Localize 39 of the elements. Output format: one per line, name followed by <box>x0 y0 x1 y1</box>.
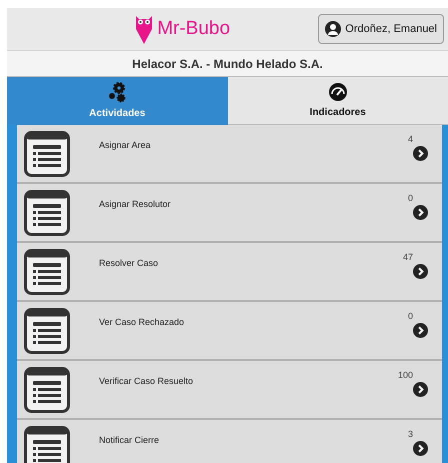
company-title: Helacor S.A. - Mundo Helado S.A. <box>132 56 323 72</box>
activity-count: 4 <box>408 133 413 146</box>
activity-row[interactable]: Verificar Caso Resuelto 100 <box>17 361 442 420</box>
activity-row[interactable]: Asignar Area 4 <box>17 125 442 184</box>
list-icon <box>24 426 70 463</box>
user-icon <box>325 21 342 37</box>
gears-icon <box>106 81 128 103</box>
list-icon <box>24 248 70 294</box>
activity-count: 100 <box>398 369 413 382</box>
activity-row[interactable]: Asignar Resolutor 0 <box>17 184 442 243</box>
activity-count: 0 <box>408 310 413 323</box>
activity-name: Ver Caso Rechazado <box>99 316 184 329</box>
activity-row[interactable]: Notificar Cierre 3 <box>17 420 442 463</box>
activity-row[interactable]: Ver Caso Rechazado 0 <box>17 302 442 361</box>
chevron-right-icon[interactable] <box>413 205 428 220</box>
owl-logo-icon <box>135 13 154 45</box>
activity-count: 3 <box>408 428 413 441</box>
tab[interactable]: Actividades <box>7 77 228 125</box>
chevron-right-icon[interactable] <box>413 146 428 161</box>
activity-row[interactable]: Resolver Caso 47 <box>17 243 442 302</box>
chevron-right-icon[interactable] <box>413 323 428 338</box>
list-icon <box>24 190 70 236</box>
activity-name: Verificar Caso Resuelto <box>99 375 194 388</box>
tab[interactable]: Indicadores <box>228 77 448 125</box>
activity-name: Resolver Caso <box>99 257 158 270</box>
list-icon <box>24 130 70 176</box>
chevron-right-icon[interactable] <box>413 382 428 397</box>
chevron-right-icon[interactable] <box>413 441 428 456</box>
activity-count: 0 <box>408 192 413 205</box>
gauge-icon <box>328 82 348 102</box>
activity-name: Asignar Area <box>99 139 151 152</box>
user-button[interactable]: Ordoñez, Emanuel <box>318 14 444 44</box>
activity-count: 47 <box>402 251 413 264</box>
list-icon <box>24 308 70 354</box>
chevron-right-icon[interactable] <box>413 264 428 279</box>
activity-name: Notificar Cierre <box>99 434 160 447</box>
brand-name: Mr-Bubo <box>157 16 230 41</box>
activity-name: Asignar Resolutor <box>99 198 171 211</box>
list-icon <box>24 366 70 412</box>
